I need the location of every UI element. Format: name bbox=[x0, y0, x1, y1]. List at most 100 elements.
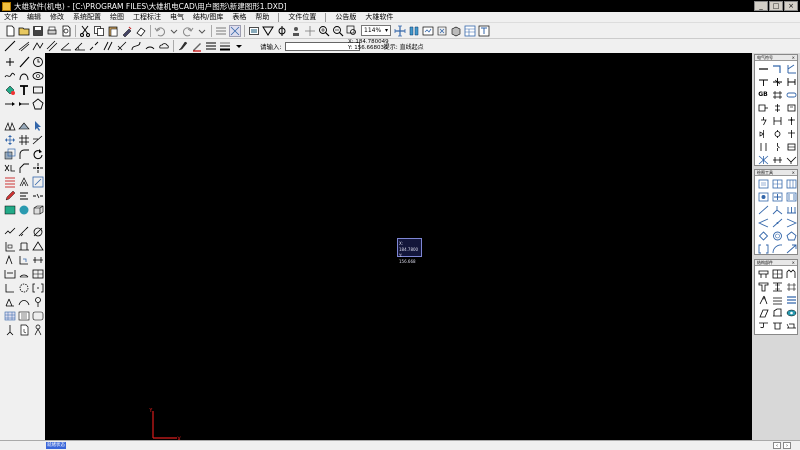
table-icon[interactable] bbox=[463, 24, 476, 37]
redo-dropdown-icon[interactable] bbox=[195, 24, 208, 37]
copy-move-icon[interactable] bbox=[17, 133, 30, 146]
diagonal-tool-icon[interactable] bbox=[757, 204, 769, 215]
menu-file-location[interactable]: 文件位置 bbox=[288, 12, 316, 22]
fill-color-icon[interactable] bbox=[3, 83, 16, 96]
layer-icon[interactable] bbox=[247, 24, 260, 37]
resize-tool-icon[interactable] bbox=[785, 243, 797, 254]
menu-table[interactable]: 表格 bbox=[232, 12, 246, 22]
dim-radius-icon[interactable] bbox=[3, 253, 16, 266]
minimize-button[interactable]: _ bbox=[754, 1, 768, 11]
bus-symbol-icon[interactable] bbox=[771, 154, 783, 165]
menu-draw[interactable]: 绘图 bbox=[110, 12, 124, 22]
gb-standard-label[interactable]: GB bbox=[757, 89, 769, 100]
align-icon[interactable] bbox=[17, 189, 30, 202]
ring-tool-icon[interactable] bbox=[771, 230, 783, 241]
rounded-frame-icon[interactable] bbox=[31, 309, 44, 322]
print-preview-icon[interactable] bbox=[59, 24, 72, 37]
bearing-part-icon[interactable] bbox=[771, 268, 783, 279]
drawing-canvas[interactable]: X: 184.7800 Y: 156.668 Y X bbox=[45, 53, 752, 443]
properties-icon[interactable] bbox=[435, 24, 448, 37]
cloud-tool-icon[interactable] bbox=[157, 40, 170, 53]
angle-right-icon[interactable] bbox=[785, 217, 797, 228]
redo-icon[interactable] bbox=[181, 24, 194, 37]
symbol-chevron-icon[interactable] bbox=[3, 281, 16, 294]
circle-fill-icon[interactable] bbox=[17, 203, 30, 216]
stretch-icon[interactable] bbox=[17, 119, 30, 132]
motor-symbol-icon[interactable] bbox=[757, 102, 769, 113]
rectangle-tool-icon[interactable] bbox=[31, 83, 44, 96]
dim-baseline-icon[interactable] bbox=[3, 239, 16, 252]
pin-tool-icon[interactable] bbox=[3, 323, 16, 336]
curve-icon[interactable] bbox=[129, 40, 142, 53]
chamfer-icon[interactable] bbox=[17, 161, 30, 174]
phi-symbol-icon[interactable] bbox=[275, 24, 288, 37]
relay-symbol-icon[interactable] bbox=[771, 115, 783, 126]
fork-tool-icon[interactable] bbox=[771, 204, 783, 215]
button-symbol-icon[interactable] bbox=[757, 141, 769, 152]
zoom-window-icon[interactable] bbox=[345, 24, 358, 37]
column-box-icon[interactable] bbox=[785, 191, 797, 202]
wheel-part-icon[interactable] bbox=[757, 307, 769, 318]
pentagon-tool-icon[interactable] bbox=[785, 230, 797, 241]
dim-chain-icon[interactable] bbox=[3, 267, 16, 280]
erase-icon[interactable] bbox=[134, 24, 147, 37]
text-tool-icon[interactable] bbox=[17, 83, 30, 96]
offset-icon[interactable] bbox=[17, 175, 30, 188]
gasket-part-icon[interactable] bbox=[785, 294, 797, 305]
grid-box-icon[interactable] bbox=[785, 178, 797, 189]
line-tool-icon[interactable] bbox=[17, 55, 30, 68]
arrow-tool-icon[interactable] bbox=[3, 97, 16, 110]
clock-circle-icon[interactable] bbox=[31, 55, 44, 68]
node-symbol-icon[interactable] bbox=[785, 154, 797, 165]
lineweight-icon[interactable] bbox=[218, 40, 231, 53]
save-icon[interactable] bbox=[31, 24, 44, 37]
contact-symbol-icon[interactable] bbox=[757, 115, 769, 126]
move-icon[interactable] bbox=[3, 133, 16, 146]
valve-part-icon[interactable] bbox=[757, 294, 769, 305]
redraw-icon[interactable] bbox=[421, 24, 434, 37]
horizontal-bar-symbol-icon[interactable] bbox=[757, 63, 769, 74]
scale-icon[interactable] bbox=[3, 147, 16, 160]
diode-symbol-icon[interactable] bbox=[757, 128, 769, 139]
menu-file[interactable]: 文件 bbox=[4, 12, 18, 22]
box-tool-icon[interactable] bbox=[757, 178, 769, 189]
undo-dropdown-icon[interactable] bbox=[167, 24, 180, 37]
angle-dim-icon[interactable] bbox=[73, 40, 86, 53]
frame-part-icon[interactable] bbox=[771, 307, 783, 318]
xline-tool-icon[interactable] bbox=[17, 40, 30, 53]
menu-structure-library[interactable]: 结构/图库 bbox=[193, 12, 223, 22]
dim-angular-icon[interactable] bbox=[31, 239, 44, 252]
menu-modify[interactable]: 修改 bbox=[50, 12, 64, 22]
menu-bulletin[interactable]: 公告版 bbox=[335, 12, 356, 22]
cut-icon[interactable] bbox=[78, 24, 91, 37]
coil-symbol-icon[interactable] bbox=[785, 102, 797, 113]
polygon-tool-icon[interactable] bbox=[31, 97, 44, 110]
symbol-circle-icon[interactable] bbox=[17, 281, 30, 294]
shaft-part-icon[interactable] bbox=[785, 320, 797, 331]
angle-tool-icon[interactable] bbox=[59, 40, 72, 53]
sensor-symbol-icon[interactable] bbox=[785, 141, 797, 152]
dim-tolerance-icon[interactable] bbox=[31, 253, 44, 266]
zoom-previous-icon[interactable] bbox=[407, 24, 420, 37]
ray-tool-icon[interactable] bbox=[771, 217, 783, 228]
comb-tool-icon[interactable] bbox=[785, 204, 797, 215]
dim-linear-icon[interactable] bbox=[3, 225, 16, 238]
symbol-bracket-icon[interactable] bbox=[31, 281, 44, 294]
angle-left-icon[interactable] bbox=[757, 217, 769, 228]
triangle-filter-icon[interactable] bbox=[261, 24, 274, 37]
dim-arc-icon[interactable] bbox=[17, 267, 30, 280]
box-3d-icon[interactable] bbox=[31, 203, 44, 216]
fillet-icon[interactable] bbox=[17, 147, 30, 160]
branch-symbol-icon[interactable] bbox=[785, 76, 797, 87]
menu-dimension[interactable]: 工程标注 bbox=[133, 12, 161, 22]
gear-part-icon[interactable] bbox=[757, 268, 769, 279]
fuse-symbol-icon[interactable] bbox=[771, 102, 783, 113]
lamp-symbol-icon[interactable] bbox=[785, 115, 797, 126]
zoom-extents-icon[interactable] bbox=[393, 24, 406, 37]
flange-part-icon[interactable] bbox=[771, 281, 783, 292]
array-icon[interactable] bbox=[3, 175, 16, 188]
ellipse-tool-icon[interactable] bbox=[31, 69, 44, 82]
rotate-icon[interactable] bbox=[31, 147, 44, 160]
menu-help[interactable]: 帮助 bbox=[255, 12, 269, 22]
block-icon[interactable] bbox=[449, 24, 462, 37]
